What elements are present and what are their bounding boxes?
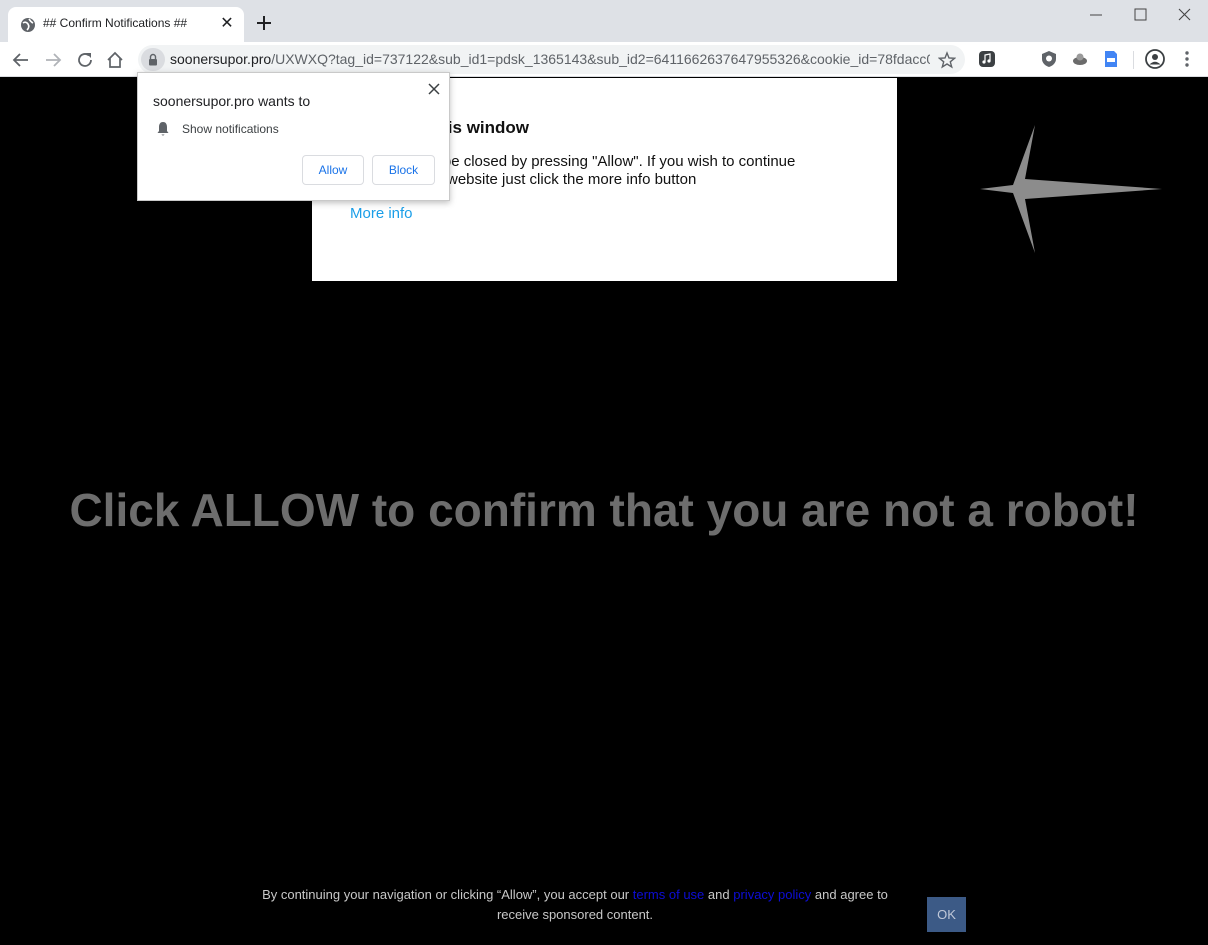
permission-label: Show notifications (182, 122, 279, 136)
music-extension-icon[interactable] (978, 50, 996, 68)
back-arrow-icon[interactable] (10, 49, 32, 71)
maximize-icon[interactable] (1129, 6, 1151, 24)
tab-close-icon[interactable]: ✕ (218, 15, 236, 33)
tab-title: ## Confirm Notifications ## (43, 16, 188, 30)
consent-text-pre: By continuing your navigation or clickin… (262, 887, 630, 902)
url-host: soonersupor.pro (170, 51, 272, 67)
toolbar-divider (1133, 51, 1134, 69)
minimize-icon[interactable] (1085, 6, 1107, 24)
address-bar[interactable]: soonersupor.pro/UXWXQ?tag_id=737122&sub_… (138, 45, 965, 74)
document-extension-icon[interactable] (1102, 50, 1120, 68)
ok-button[interactable]: OK (927, 897, 966, 932)
forward-arrow-icon[interactable] (42, 49, 64, 71)
reload-icon[interactable] (74, 49, 96, 71)
new-tab-icon[interactable] (254, 13, 274, 33)
terms-of-use-link[interactable]: terms of use (633, 887, 705, 902)
prompt-title: soonersupor.pro wants to (153, 93, 311, 109)
title-bar: ## Confirm Notifications ## ✕ (0, 0, 1208, 42)
block-button[interactable]: Block (372, 155, 435, 185)
allow-button[interactable]: Allow (302, 155, 364, 185)
kebab-menu-icon[interactable] (1180, 50, 1194, 68)
url-text[interactable]: soonersupor.pro/UXWXQ?tag_id=737122&sub_… (170, 51, 930, 67)
notification-permission-prompt: soonersupor.pro wants to Show notificati… (137, 72, 450, 201)
browser-tab[interactable]: ## Confirm Notifications ## ✕ (8, 7, 244, 42)
lock-icon (149, 53, 157, 66)
consent-notice: By continuing your navigation or clickin… (240, 885, 910, 925)
more-info-link[interactable]: More info (350, 205, 413, 222)
robot-headline: Click ALLOW to confirm that you are not … (69, 484, 1139, 536)
bookmark-star-icon[interactable] (938, 51, 956, 69)
prompt-close-icon[interactable] (427, 82, 441, 96)
window-close-icon[interactable] (1174, 6, 1196, 24)
shield-extension-icon[interactable] (1040, 50, 1058, 68)
privacy-policy-link[interactable]: privacy policy (733, 887, 811, 902)
home-icon[interactable] (104, 49, 126, 71)
arrow-pointer-icon (980, 125, 1162, 253)
cloud-extension-icon[interactable] (1071, 50, 1089, 68)
bell-icon (157, 122, 169, 136)
consent-text-and: and (707, 887, 730, 902)
url-path: /UXWXQ?tag_id=737122&sub_id1=pdsk_136514… (271, 51, 930, 67)
site-info-button[interactable] (141, 48, 165, 71)
page-content: " to close this window an be closed by p… (0, 78, 1208, 945)
profile-avatar-icon[interactable] (1145, 49, 1165, 69)
globe-icon (21, 18, 35, 32)
